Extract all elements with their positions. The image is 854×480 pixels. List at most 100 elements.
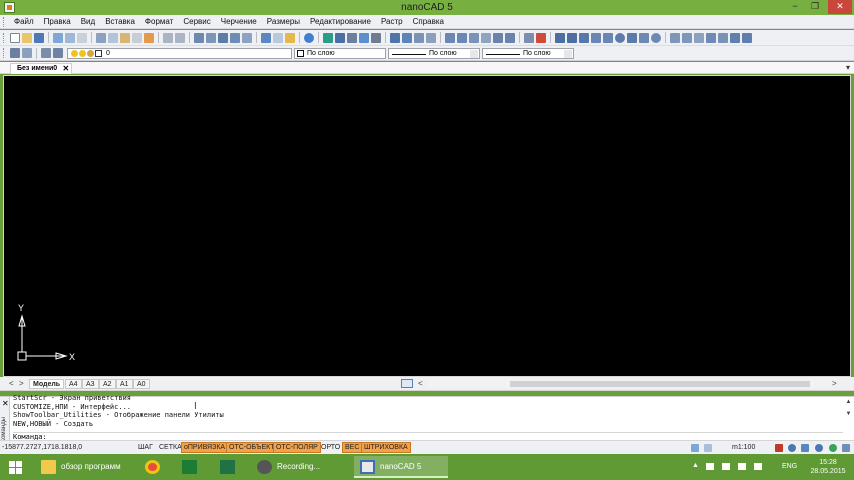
menu-draw[interactable]: Черчение <box>216 17 262 26</box>
flag-icon[interactable] <box>706 463 714 470</box>
toolbar-grip[interactable] <box>3 48 6 58</box>
speaker-icon[interactable] <box>738 463 746 470</box>
scroll-thumb[interactable] <box>510 381 810 387</box>
taskbar-item-excel[interactable] <box>214 456 244 478</box>
menu-help[interactable]: Справка <box>408 17 449 26</box>
trim-icon[interactable] <box>445 32 455 43</box>
paste-special-icon[interactable] <box>132 32 142 43</box>
make-current-layer-icon[interactable] <box>53 48 63 58</box>
print-preview-icon[interactable] <box>65 32 75 43</box>
color-dropdown[interactable]: По слою <box>294 47 386 59</box>
match-properties-icon[interactable] <box>144 32 154 43</box>
toolbar-grip[interactable] <box>3 32 6 43</box>
hscroll-left-button[interactable]: < <box>418 379 423 388</box>
layout-space-icon[interactable] <box>704 444 712 452</box>
properties-icon[interactable] <box>323 32 333 43</box>
paste-icon[interactable] <box>120 32 130 43</box>
rotate-icon[interactable] <box>402 32 412 43</box>
close-button[interactable]: ✕ <box>828 0 852 14</box>
chamfer-icon[interactable] <box>493 32 503 43</box>
menu-insert[interactable]: Вставка <box>100 17 140 26</box>
windows-start-button[interactable] <box>9 461 22 474</box>
pan-icon[interactable] <box>194 32 204 43</box>
drawing-canvas[interactable]: Y X <box>3 75 851 377</box>
title-bar[interactable]: nanoCAD 5 − ❐ ✕ <box>0 0 854 15</box>
layout-tab-a4[interactable]: A4 <box>65 379 82 389</box>
layout-tab-model[interactable]: Модель <box>29 379 65 389</box>
layout-tab-a2[interactable]: A2 <box>99 379 116 389</box>
show-hidden-icons-icon[interactable]: ▲ <box>692 462 699 469</box>
copy-icon[interactable] <box>108 32 118 43</box>
taskbar-item-explorer[interactable]: обзор программ <box>35 456 135 478</box>
hatch-toggle[interactable]: ШТРИХОВКА <box>361 442 411 453</box>
grid-icon[interactable] <box>371 32 381 43</box>
ortho-toggle[interactable]: ОРТО <box>318 442 343 453</box>
object-tracking-toggle[interactable]: ОТС-ОБЪЕКТ <box>226 442 278 453</box>
hscroll-right-button[interactable]: > <box>832 379 837 388</box>
fillet-icon[interactable] <box>505 32 515 43</box>
model-space-icon[interactable] <box>691 444 699 452</box>
polar-tracking-toggle[interactable]: ОТС-ПОЛЯР <box>273 442 321 453</box>
zoom-extents-icon[interactable] <box>242 32 252 43</box>
cut-icon[interactable] <box>96 32 106 43</box>
move-icon[interactable] <box>390 32 400 43</box>
input-language[interactable]: ENG <box>782 463 797 470</box>
distance-icon[interactable] <box>261 32 271 43</box>
zoom-extents-icon[interactable] <box>815 444 823 452</box>
break-icon[interactable] <box>469 32 479 43</box>
rectangle-icon[interactable] <box>603 32 613 43</box>
clock[interactable]: 15:28 28.05.2015 <box>808 458 848 476</box>
taskbar-item-recorder[interactable]: Recording... <box>251 456 347 478</box>
layout-prev-button[interactable]: < <box>9 379 14 388</box>
chevron-down-icon[interactable]: ▾ <box>846 63 850 72</box>
area-icon[interactable] <box>273 32 283 43</box>
layout-tab-a1[interactable]: A1 <box>116 379 133 389</box>
text-icon[interactable] <box>742 32 752 43</box>
command-scrollbar[interactable]: ▲ ▼ <box>845 399 852 429</box>
lineweight-toggle[interactable]: ВЕС <box>342 442 363 453</box>
publish-icon[interactable] <box>77 32 87 43</box>
zoom-window-icon[interactable] <box>801 444 809 452</box>
explode-icon[interactable] <box>524 32 534 43</box>
construction-line-icon[interactable] <box>567 32 577 43</box>
linetype-dropdown[interactable]: По слою <box>388 47 480 59</box>
layout-tab-a0[interactable]: A0 <box>133 379 150 389</box>
polygon-icon[interactable] <box>591 32 601 43</box>
zoom-previous-icon[interactable] <box>230 32 240 43</box>
help-icon[interactable] <box>304 32 314 43</box>
spline-icon[interactable] <box>639 32 649 43</box>
calculator-icon[interactable] <box>285 32 295 43</box>
print-icon[interactable] <box>53 32 63 43</box>
polyline-icon[interactable] <box>579 32 589 43</box>
undo-icon[interactable] <box>163 32 173 43</box>
redo-icon[interactable] <box>175 32 185 43</box>
extend-icon[interactable] <box>457 32 467 43</box>
fullscreen-icon[interactable] <box>842 444 850 452</box>
open-file-icon[interactable] <box>22 32 32 43</box>
menu-dimensions[interactable]: Размеры <box>262 17 305 26</box>
block-icon[interactable] <box>359 32 369 43</box>
close-icon[interactable]: ✕ <box>2 399 9 408</box>
regen-icon[interactable] <box>829 444 837 452</box>
zoom-window-icon[interactable] <box>218 32 228 43</box>
stretch-icon[interactable] <box>426 32 436 43</box>
layout-next-button[interactable]: > <box>19 379 24 388</box>
lineweight-dropdown[interactable]: По слою <box>482 47 574 59</box>
arc-icon[interactable] <box>627 32 637 43</box>
annotation-scale[interactable]: m1:100 <box>732 444 755 451</box>
region-icon[interactable] <box>718 32 728 43</box>
save-icon[interactable] <box>34 32 44 43</box>
snap-settings-icon[interactable] <box>775 444 783 452</box>
menu-modify[interactable]: Редактирование <box>305 17 376 26</box>
new-file-icon[interactable] <box>10 32 20 43</box>
tool-palette-icon[interactable] <box>347 32 357 43</box>
menu-file[interactable]: Файл <box>9 17 39 26</box>
point-icon[interactable] <box>694 32 704 43</box>
join-icon[interactable] <box>481 32 491 43</box>
circle-icon[interactable] <box>615 32 625 43</box>
insert-block-icon[interactable] <box>670 32 680 43</box>
ellipse-icon[interactable] <box>651 32 661 43</box>
layer-previous-icon[interactable] <box>22 48 32 58</box>
horizontal-scrollbar[interactable] <box>428 380 832 388</box>
chevron-down-icon[interactable] <box>564 49 572 58</box>
